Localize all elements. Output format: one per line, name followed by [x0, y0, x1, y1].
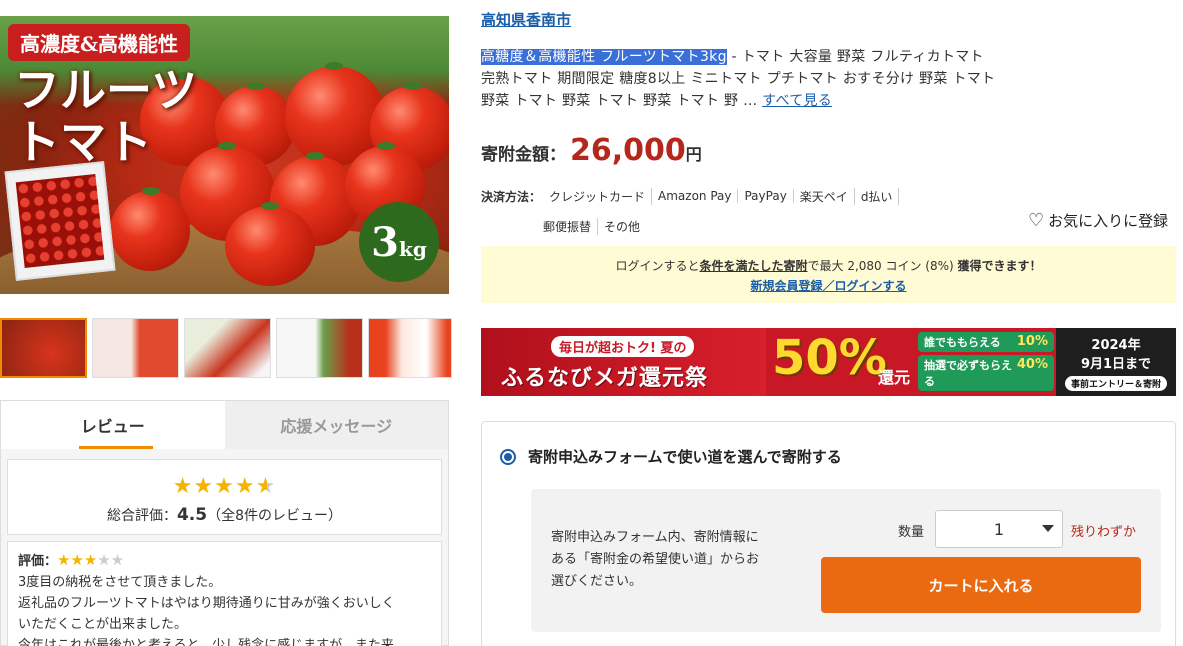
- quantity-value: 1: [993, 519, 1005, 539]
- product-title-highlight: 高糖度＆高機能性 フルーツトマト3kg: [481, 49, 727, 65]
- tomato: [225, 202, 315, 286]
- payment-label: 決済方法：: [481, 189, 542, 204]
- favorite-label: お気に入りに登録: [1048, 212, 1169, 230]
- tab-support-message[interactable]: 応援メッセージ: [224, 401, 448, 449]
- weight-badge: 3 kg: [359, 202, 439, 282]
- notice-condition-link[interactable]: 条件を満たした寄附: [699, 259, 807, 273]
- pay-rakuten: 楽天ペイ: [794, 187, 855, 205]
- rating-stars: ★★★★★: [8, 474, 441, 499]
- tomato-box-image: [4, 161, 116, 281]
- banner-pill-2: 抽選で必ずもらえる 40%: [918, 355, 1054, 391]
- banner-pills: 誰でももらえる 10% 抽選で必ずもらえる 40%: [916, 328, 1056, 396]
- price-unit: 円: [685, 145, 702, 164]
- pay-credit: クレジットカード: [543, 187, 653, 205]
- usage-note: 寄附申込みフォーム内、寄附情報にある「寄附金の希望使い道」からお選びください。: [551, 530, 760, 589]
- campaign-banner[interactable]: 毎日が超おトク! 夏の ふるなびメガ還元祭 50% 還元 誰でももらえる 10% …: [481, 328, 1176, 396]
- pay-other: その他: [604, 219, 641, 234]
- stock-status: 残りわずか: [1071, 525, 1137, 540]
- thumbnail-3[interactable]: [184, 318, 271, 378]
- banner-deadline: 9月1日まで: [1080, 357, 1152, 372]
- donation-price: 寄附金額： 26,000 円: [481, 133, 702, 168]
- banner-year: 2024年: [1091, 338, 1141, 353]
- banner-title-area: 毎日が超おトク! 夏の ふるなびメガ還元祭: [481, 328, 766, 396]
- rating-stars-full: ★★★★: [172, 474, 256, 499]
- review-text-4: 今年はこれが最後かと考えると、少し残念に感じますが、また来: [18, 638, 394, 646]
- notice-line: ログインすると条件を満たした寄附で最大 2,080 コイン (8%) 獲得できま…: [481, 256, 1176, 276]
- radio-selected-icon[interactable]: [500, 448, 516, 465]
- product-title: 高糖度＆高機能性 フルーツトマト3kg - トマト 大容量 野菜 フルティカトマ…: [481, 46, 1001, 112]
- payment-methods: 決済方法： クレジットカード Amazon Pay PayPay 楽天ペイ d払…: [481, 185, 900, 237]
- price-value: 26,000: [570, 133, 686, 168]
- notice-pre: ログインすると: [615, 259, 700, 273]
- overall-label: 総合評価：: [106, 508, 177, 524]
- review-text-1: 3度目の納税をさせて頂きました。: [18, 575, 222, 590]
- review-label: 評価：: [18, 554, 58, 569]
- banner-pill-1: 誰でももらえる 10%: [918, 332, 1054, 352]
- review-text-3: いただくことが出来ました。: [18, 617, 188, 632]
- notice-mid: で最大 2,080 コイン (8%): [807, 259, 958, 273]
- notice-bold: 獲得できます！: [957, 259, 1042, 273]
- overall-count: （全8件のレビュー）: [207, 508, 343, 524]
- banner-percent: 50%: [772, 330, 887, 386]
- login-notice: ログインすると条件を満たした寄附で最大 2,080 コイン (8%) 獲得できま…: [481, 246, 1176, 303]
- banner-top-text: 毎日が超おトク! 夏の: [551, 336, 695, 357]
- review-panel: レビュー 応援メッセージ ★★★★★ 総合評価：4.5（全8件のレビュー） 評価…: [0, 400, 449, 646]
- review-stars: ★★★★★: [57, 551, 125, 569]
- quantity-label: 数量: [898, 525, 925, 540]
- pay-amazon: Amazon Pay: [652, 189, 739, 203]
- thumbnail-4[interactable]: [276, 318, 363, 378]
- add-to-cart-button[interactable]: カートに入れる: [821, 557, 1141, 613]
- favorite-button[interactable]: ♡ お気に入りに登録: [1028, 210, 1168, 231]
- thumbnail-2[interactable]: [92, 318, 179, 378]
- overall-value: 4.5: [176, 505, 208, 525]
- payment-row-2: 郵便振替 その他: [481, 215, 899, 237]
- price-label: 寄附金額：: [481, 145, 566, 165]
- weight-unit: kg: [399, 237, 427, 261]
- banner-date-area: 2024年 9月1日まで 事前エントリー＆寄附: [1056, 328, 1176, 396]
- review-rating-row: 評価：★★★★★: [18, 550, 431, 572]
- catch-title-line1: フルーツ: [14, 63, 198, 117]
- review-text-2: 返礼品のフルーツトマトはやはり期待通りに甘みが強くおいしく: [18, 596, 395, 611]
- form-radio-option[interactable]: 寄附申込みフォームで使い道を選んで寄附する: [500, 446, 842, 467]
- quantity-select[interactable]: 1: [935, 510, 1063, 548]
- thumbnail-1[interactable]: [0, 318, 87, 378]
- main-product-image: 高濃度&高機能性 フルーツ トマト 3 kg: [0, 16, 449, 294]
- ellipsis: …: [738, 93, 758, 109]
- radio-label: 寄附申込みフォームで使い道を選んで寄附する: [528, 448, 842, 466]
- tab-review[interactable]: レビュー: [1, 401, 225, 449]
- rating-summary: ★★★★★ 総合評価：4.5（全8件のレビュー）: [7, 459, 442, 535]
- half-star-icon: ★: [255, 474, 277, 499]
- catch-title-line2: トマト: [14, 115, 152, 169]
- pay-paypay: PayPay: [738, 189, 794, 203]
- banner-percent-area: 50% 還元: [766, 328, 916, 396]
- banner-main-text: ふるなびメガ還元祭: [501, 366, 709, 391]
- catch-title: フルーツ トマト: [14, 64, 197, 168]
- catch-band: 高濃度&高機能性: [8, 24, 191, 61]
- chevron-down-icon: [1042, 525, 1054, 532]
- pay-d: d払い: [855, 187, 900, 205]
- see-all-link[interactable]: すべて見る: [762, 93, 832, 109]
- donation-form-card: 寄附申込みフォームで使い道を選んで寄附する 寄附申込みフォーム内、寄附情報にある…: [481, 421, 1176, 646]
- tomato: [110, 187, 190, 271]
- form-inner-box: 寄附申込みフォーム内、寄附情報にある「寄附金の希望使い道」からお選びください。 …: [531, 489, 1161, 632]
- thumbnail-strip: [0, 318, 452, 380]
- pay-postal: 郵便振替: [543, 217, 599, 235]
- banner-percent-label: 還元: [877, 368, 910, 387]
- review-tabs: レビュー 応援メッセージ: [1, 401, 448, 449]
- review-item: 評価：★★★★★ 3度目の納税をさせて頂きました。 返礼品のフルーツトマトはやは…: [7, 541, 442, 646]
- register-login-link[interactable]: 新規会員登録／ログインする: [481, 276, 1176, 296]
- heart-icon: ♡: [1028, 210, 1045, 231]
- thumbnail-5[interactable]: [368, 318, 452, 378]
- weight-number: 3: [371, 218, 399, 266]
- payment-row-1: 決済方法： クレジットカード Amazon Pay PayPay 楽天ペイ d払…: [481, 185, 900, 207]
- overall-rating-text: 総合評価：4.5（全8件のレビュー）: [8, 505, 441, 525]
- city-link[interactable]: 高知県香南市: [481, 9, 571, 30]
- banner-entry: 事前エントリー＆寄附: [1064, 376, 1167, 391]
